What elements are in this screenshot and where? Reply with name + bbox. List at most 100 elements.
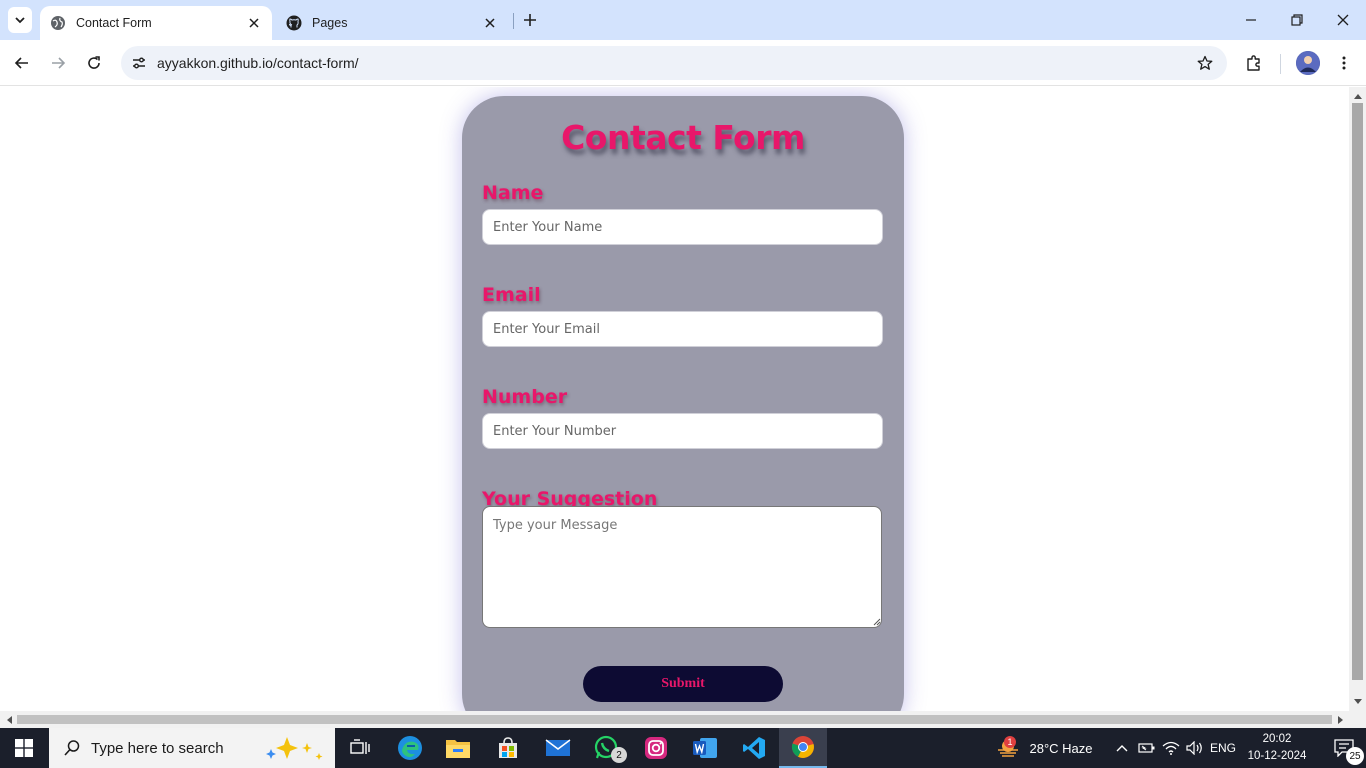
edge-icon	[398, 736, 422, 760]
folder-icon	[446, 740, 470, 758]
taskbar-word[interactable]	[681, 728, 729, 768]
windows-taskbar: Type here to search 2 1 28°C Haze ENG 20…	[0, 728, 1366, 768]
vertical-scroll-thumb[interactable]	[1352, 103, 1363, 680]
taskbar-edge[interactable]	[386, 728, 434, 768]
volume-tray[interactable]	[1184, 728, 1206, 768]
reload-button[interactable]	[80, 49, 108, 77]
new-tab-button[interactable]	[518, 8, 542, 32]
tab-strip: Contact Form Pages	[0, 0, 1366, 40]
task-view-icon	[350, 739, 370, 754]
tab-divider	[513, 13, 514, 29]
globe-icon	[50, 15, 66, 31]
taskbar-file-explorer[interactable]	[434, 728, 482, 768]
whatsapp-badge: 2	[611, 747, 627, 763]
browser-menu-button[interactable]	[1330, 49, 1358, 77]
restore-icon	[1291, 14, 1303, 26]
tab-contact-form[interactable]: Contact Form	[40, 6, 272, 40]
profile-icon	[1296, 51, 1320, 75]
back-button[interactable]	[8, 49, 36, 77]
email-label: Email	[482, 284, 541, 306]
mail-icon	[545, 739, 571, 756]
taskbar-vscode[interactable]	[730, 728, 778, 768]
taskbar-clock[interactable]: 20:02 10-12-2024	[1232, 731, 1322, 765]
close-window-button[interactable]	[1320, 0, 1366, 40]
close-tab-icon[interactable]	[246, 15, 262, 31]
battery-tray[interactable]	[1136, 728, 1158, 768]
name-label: Name	[482, 182, 544, 204]
taskbar-whatsapp[interactable]: 2	[583, 728, 631, 768]
taskbar-chrome[interactable]	[779, 728, 827, 768]
close-icon	[1337, 14, 1349, 26]
extensions-button[interactable]	[1240, 49, 1268, 77]
weather-text: 28°C Haze	[1029, 740, 1093, 756]
form-heading: Contact Form	[561, 118, 805, 157]
message-textarea[interactable]	[482, 506, 882, 628]
clock-time: 20:02	[1262, 733, 1292, 745]
word-icon	[693, 738, 717, 758]
store-icon	[499, 737, 517, 758]
search-icon	[64, 740, 80, 756]
puzzle-icon	[1247, 55, 1260, 71]
taskbar-store[interactable]	[484, 728, 532, 768]
minimize-icon	[1246, 19, 1256, 21]
chevron-up-icon	[1116, 745, 1128, 752]
notification-count-badge: 25	[1346, 747, 1364, 765]
toolbar-divider	[1280, 54, 1281, 74]
site-settings-icon[interactable]	[129, 53, 149, 73]
chrome-icon	[791, 736, 814, 758]
plus-icon	[524, 14, 536, 26]
horizontal-scroll-thumb[interactable]	[17, 715, 1332, 724]
taskbar-mail[interactable]	[534, 728, 582, 768]
horizontal-scrollbar[interactable]	[0, 711, 1366, 728]
tab-search-button[interactable]	[8, 7, 32, 33]
copilot-sparkle-icon	[266, 737, 323, 760]
task-view-button[interactable]	[336, 728, 384, 768]
search-placeholder: Type here to search	[91, 739, 224, 757]
scroll-up-icon[interactable]	[1349, 89, 1366, 103]
taskbar-instagram[interactable]	[632, 728, 680, 768]
email-input[interactable]	[482, 311, 883, 347]
battery-icon	[1138, 743, 1155, 753]
url-text: ayyakkon.github.io/contact-form/	[157, 55, 359, 71]
chevron-down-icon	[15, 17, 25, 24]
vertical-scrollbar[interactable]	[1349, 87, 1366, 711]
resize-handle-icon[interactable]	[872, 617, 881, 626]
name-input[interactable]	[482, 209, 883, 245]
number-label: Number	[482, 386, 568, 408]
scroll-left-icon[interactable]	[0, 711, 17, 728]
number-input[interactable]	[482, 413, 883, 449]
speaker-icon	[1186, 741, 1202, 755]
network-tray[interactable]	[1160, 728, 1182, 768]
tab-pages[interactable]: Pages	[276, 6, 508, 40]
vscode-icon	[743, 737, 765, 759]
show-hidden-icons[interactable]	[1112, 728, 1132, 768]
notification-center-button[interactable]: 25	[1322, 728, 1366, 768]
close-tab-icon[interactable]	[482, 15, 498, 31]
profile-avatar[interactable]	[1296, 51, 1320, 75]
reload-icon	[88, 56, 100, 69]
restore-button[interactable]	[1274, 0, 1320, 40]
scroll-right-icon[interactable]	[1332, 711, 1349, 728]
weather-widget[interactable]: 1 28°C Haze	[988, 728, 1100, 768]
minimize-button[interactable]	[1228, 0, 1274, 40]
instagram-icon	[645, 737, 667, 759]
address-bar[interactable]: ayyakkon.github.io/contact-form/	[121, 46, 1227, 80]
github-icon	[286, 15, 302, 31]
wifi-icon	[1162, 741, 1180, 755]
weather-badge: 1	[1004, 736, 1016, 748]
forward-button[interactable]	[44, 49, 72, 77]
windows-logo-icon	[15, 739, 33, 757]
taskbar-search-box[interactable]: Type here to search	[49, 728, 335, 768]
tab-title: Pages	[312, 16, 348, 30]
arrow-right-icon	[52, 57, 66, 69]
page-viewport: Contact Form Name Email Number Your Sugg…	[0, 87, 1349, 711]
more-vertical-icon	[1342, 56, 1346, 70]
scroll-down-icon[interactable]	[1349, 695, 1366, 709]
clock-date: 10-12-2024	[1247, 750, 1307, 762]
arrow-left-icon	[14, 57, 28, 69]
contact-form-card: Contact Form Name Email Number Your Sugg…	[462, 96, 904, 711]
start-button[interactable]	[0, 728, 48, 768]
submit-button[interactable]: Submit	[583, 666, 783, 702]
bookmark-star-icon[interactable]	[1195, 53, 1215, 73]
browser-toolbar: ayyakkon.github.io/contact-form/	[0, 40, 1366, 86]
